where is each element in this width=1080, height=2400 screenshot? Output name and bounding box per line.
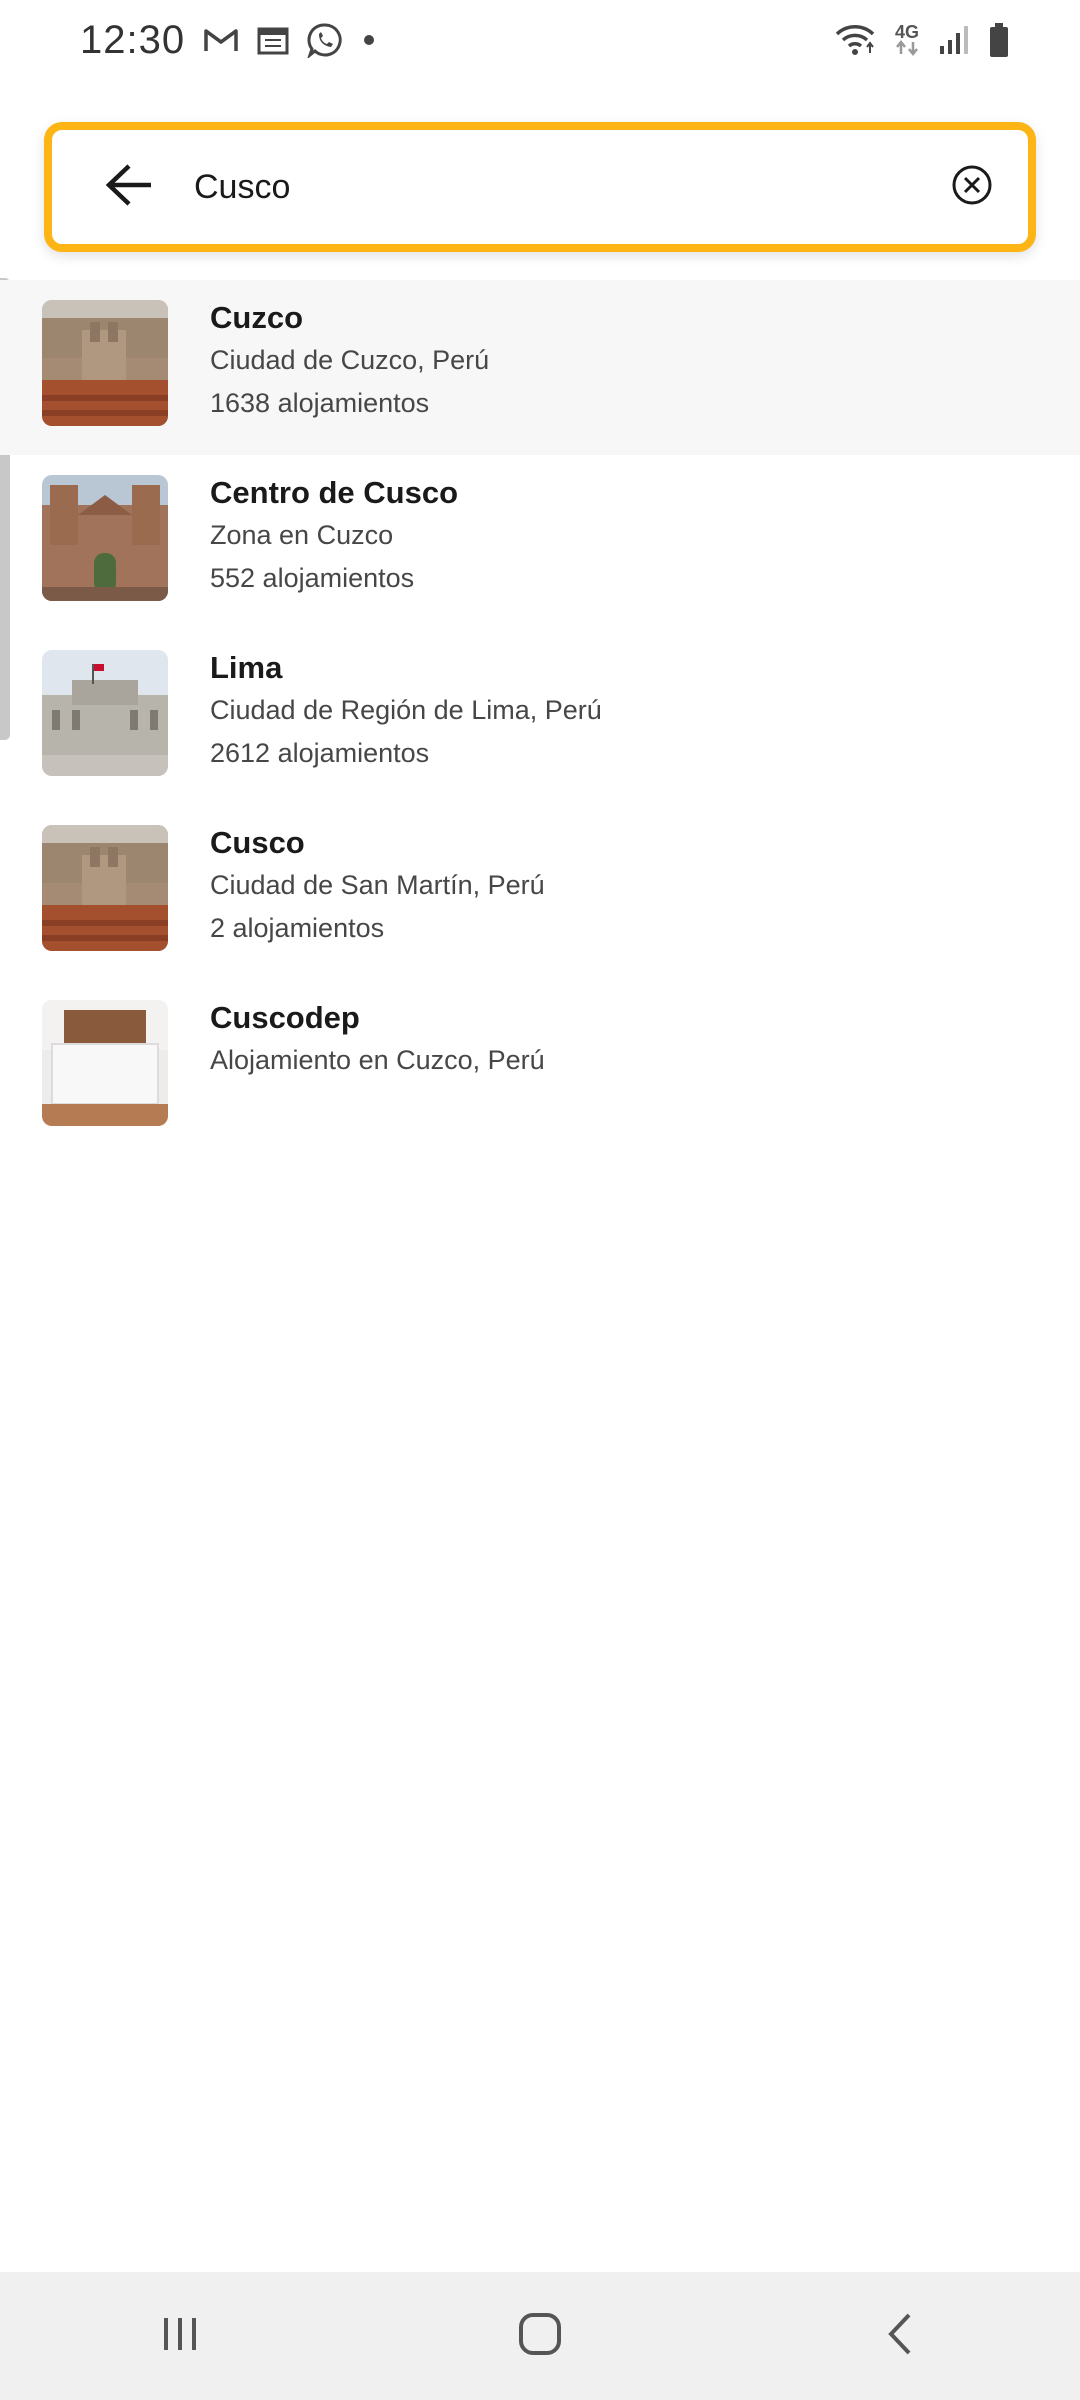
result-title: Lima: [210, 650, 283, 685]
city-aerial-image: [42, 825, 168, 951]
home-icon: [517, 2311, 563, 2362]
result-subtitle: Ciudad de Cuzco, Perú: [210, 345, 490, 375]
arrow-left-icon: [105, 163, 155, 212]
result-subtitle: Ciudad de San Martín, Perú: [210, 870, 545, 900]
city-aerial-image: [42, 300, 168, 426]
recent-apps-icon: [158, 2312, 202, 2361]
navigation-bar: [0, 2272, 1080, 2400]
result-title: Centro de Cusco: [210, 475, 459, 510]
status-time: 12:30: [80, 17, 186, 62]
result-title: Cuzco: [210, 300, 303, 335]
result-text: Lima Ciudad de Región de Lima, Perú 2612…: [210, 650, 602, 774]
signal-icon: [938, 24, 970, 56]
wifi-icon: [834, 23, 876, 57]
notification-dot-icon: [361, 32, 377, 48]
result-count: 2 alojamientos: [210, 913, 385, 943]
list-item[interactable]: Cuscodep Alojamiento en Cuzco, Perú: [0, 980, 1080, 1155]
list-item[interactable]: Cuzco Ciudad de Cuzco, Perú 1638 alojami…: [0, 280, 1080, 455]
back-icon: [885, 2311, 915, 2362]
result-text: Cuzco Ciudad de Cuzco, Perú 1638 alojami…: [210, 300, 489, 424]
list-item[interactable]: Cusco Ciudad de San Martín, Perú 2 aloja…: [0, 805, 1080, 980]
status-right: 4G: [834, 22, 1010, 58]
result-subtitle: Ciudad de Región de Lima, Perú: [210, 695, 602, 725]
back-button[interactable]: [90, 147, 170, 227]
result-text: Cusco Ciudad de San Martín, Perú 2 aloja…: [210, 825, 545, 949]
battery-icon: [988, 22, 1010, 58]
result-count: 552 alojamientos: [210, 563, 415, 593]
clear-search-button[interactable]: [942, 157, 1002, 217]
list-item[interactable]: Centro de Cusco Zona en Cuzco 552 alojam…: [0, 455, 1080, 630]
clear-circle-icon: [951, 164, 993, 211]
result-title: Cusco: [210, 825, 305, 860]
results-list: Cuzco Ciudad de Cuzco, Perú 1638 alojami…: [0, 280, 1080, 1155]
search-bar: [44, 122, 1036, 252]
search-input[interactable]: [192, 166, 942, 208]
mobile-data-icon: 4G: [894, 22, 920, 56]
cathedral-image: [42, 475, 168, 601]
calendar-icon: [257, 25, 289, 55]
palace-image: [42, 650, 168, 776]
gmail-icon: [203, 26, 239, 54]
list-item[interactable]: Lima Ciudad de Región de Lima, Perú 2612…: [0, 630, 1080, 805]
nav-back-button[interactable]: [840, 2286, 960, 2386]
result-count: 2612 alojamientos: [210, 738, 430, 768]
result-text: Centro de Cusco Zona en Cuzco 552 alojam…: [210, 475, 458, 599]
result-count: 1638 alojamientos: [210, 388, 430, 418]
result-subtitle: Alojamiento en Cuzco, Perú: [210, 1045, 545, 1075]
recent-apps-button[interactable]: [120, 2286, 240, 2386]
result-text: Cuscodep Alojamiento en Cuzco, Perú: [210, 1000, 545, 1082]
home-button[interactable]: [480, 2286, 600, 2386]
result-title: Cuscodep: [210, 1000, 360, 1035]
network-label: 4G: [894, 22, 919, 42]
status-bar: 12:30 4G: [0, 0, 1080, 80]
result-subtitle: Zona en Cuzco: [210, 520, 394, 550]
status-left: 12:30: [80, 18, 377, 63]
bedroom-image: [42, 1000, 168, 1126]
whatsapp-icon: [307, 22, 343, 58]
